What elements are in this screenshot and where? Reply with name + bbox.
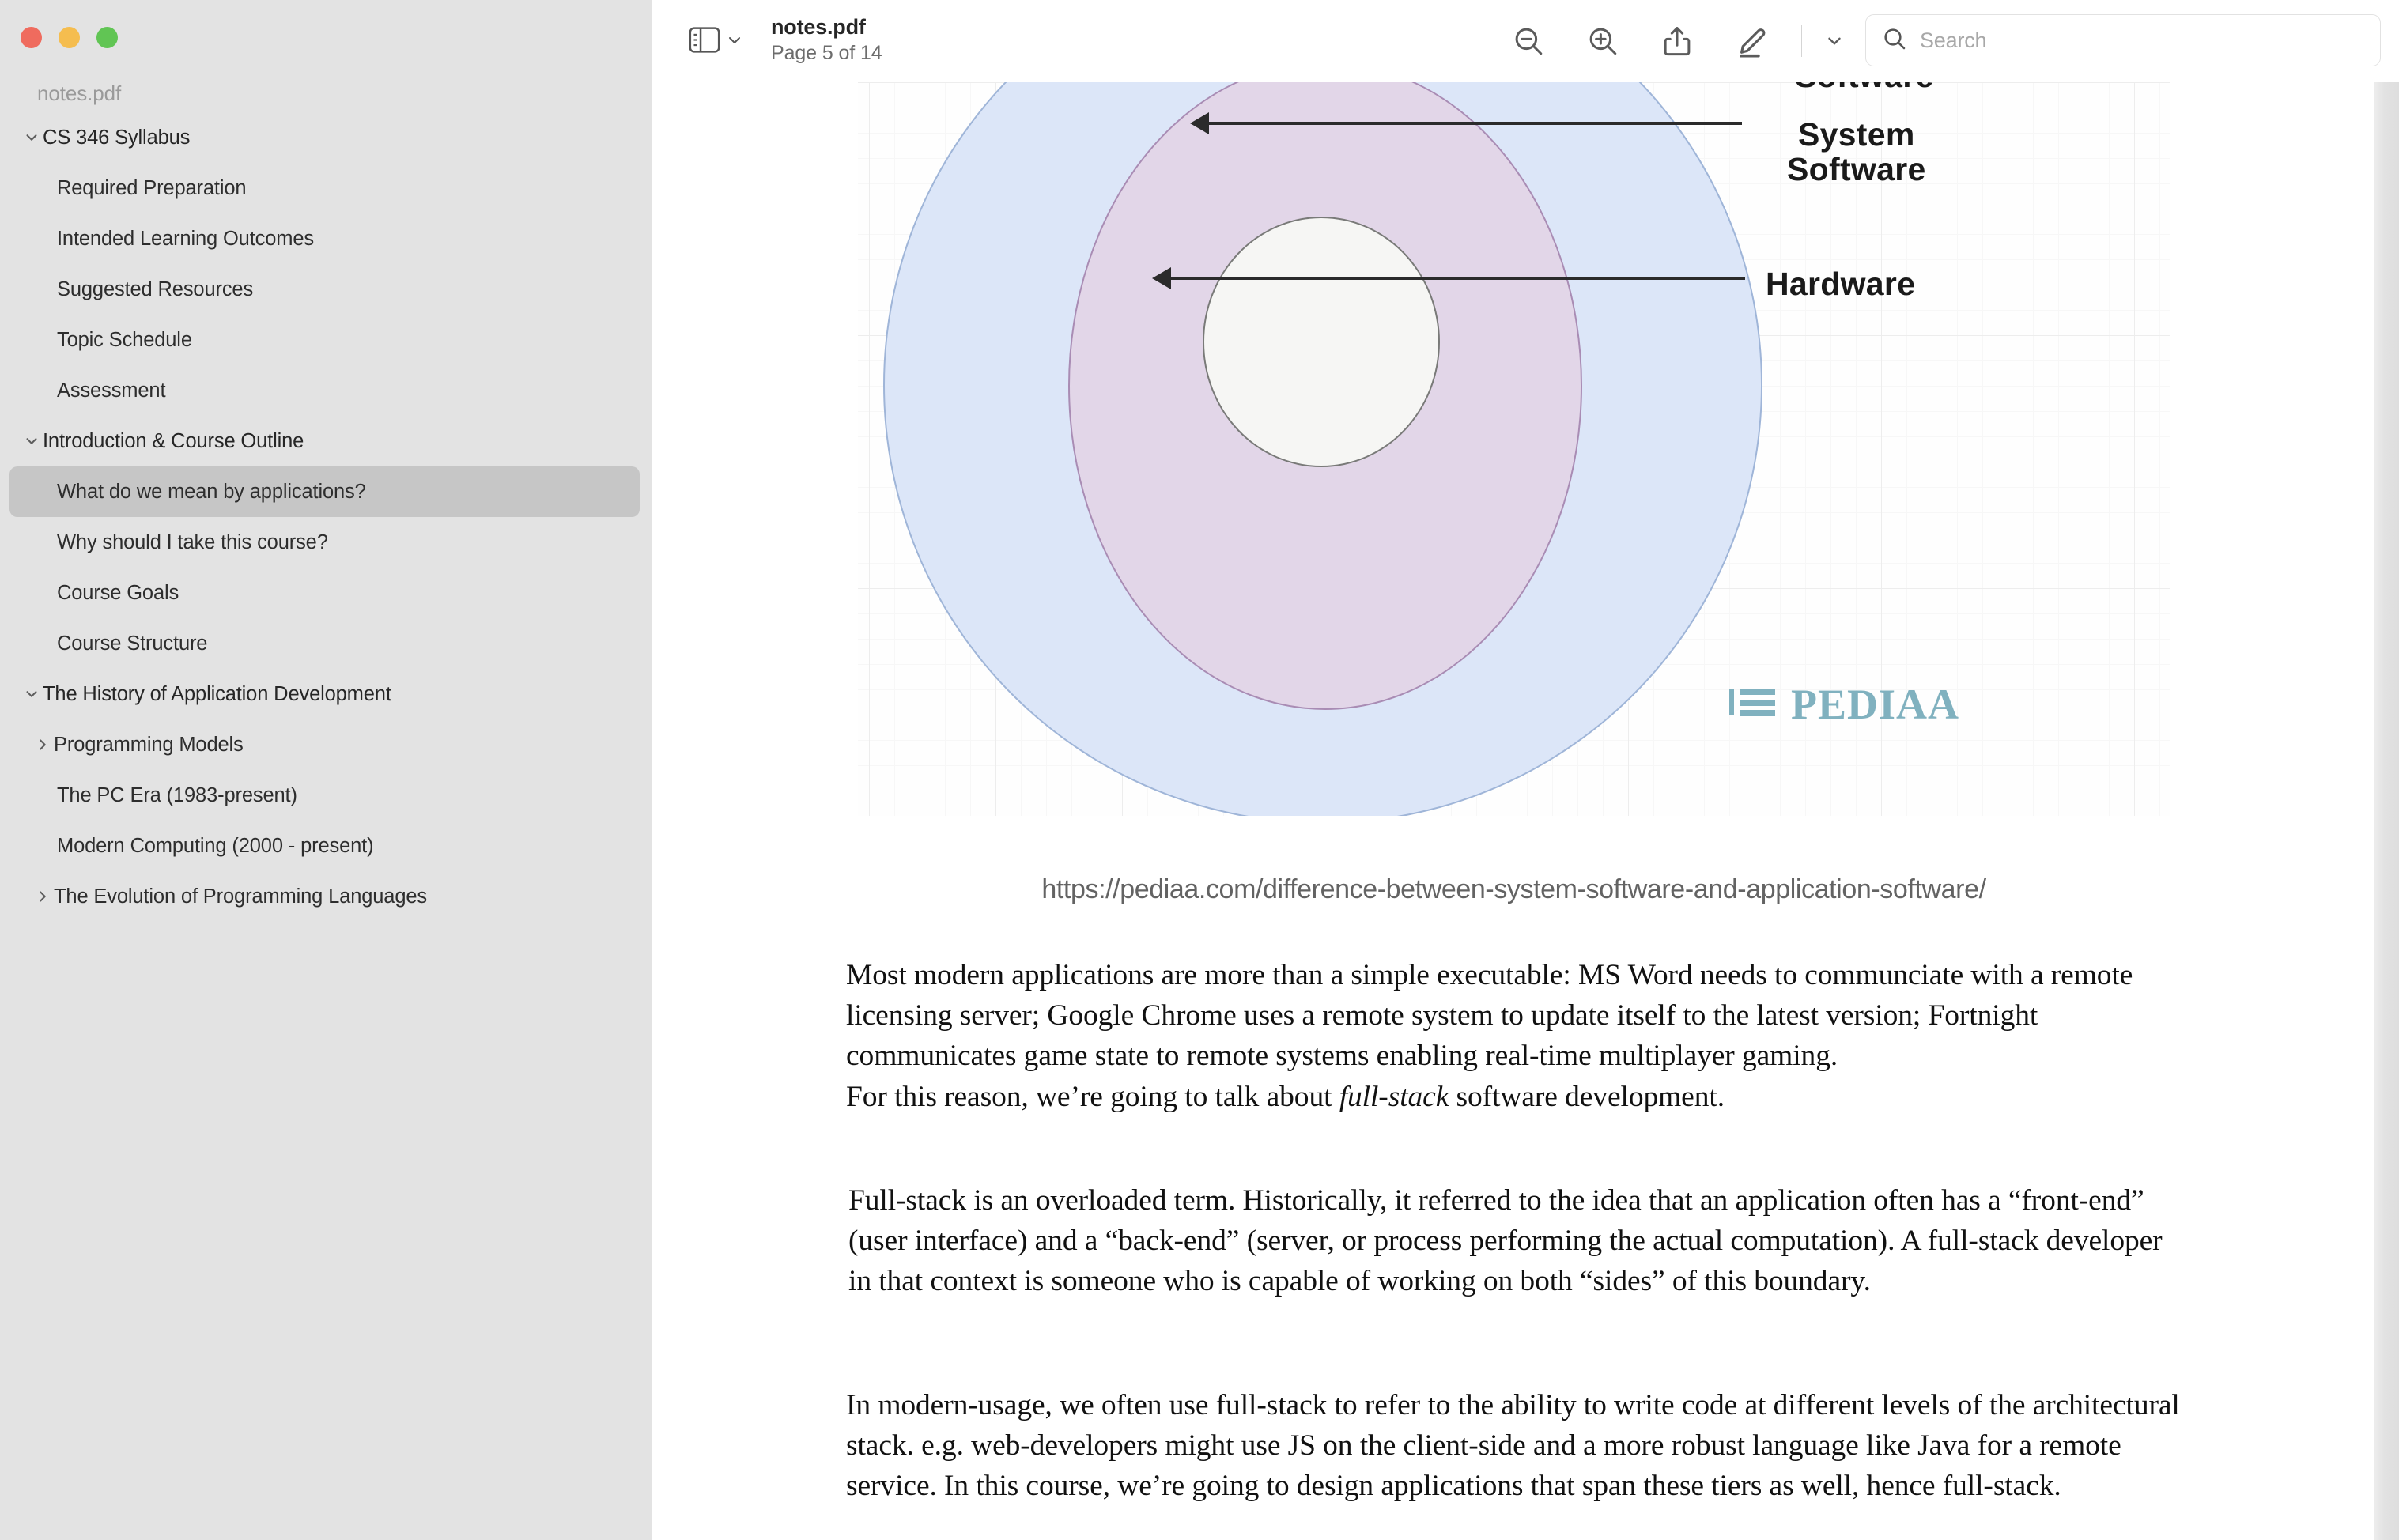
outline-item[interactable]: Required Preparation <box>9 163 640 213</box>
window-controls <box>21 27 118 48</box>
outline-item-label: The History of Application Development <box>43 682 391 705</box>
figure-system-software-diagram: Software System Software Hardware <box>858 82 2170 816</box>
outline-item[interactable]: CS 346 Syllabus <box>9 112 640 163</box>
sidebar-toggle-button[interactable] <box>686 24 747 56</box>
paragraph-3: Full-stack is an overloaded term. Histor… <box>848 1184 2163 1297</box>
outline-item[interactable]: Why should I take this course? <box>9 517 640 568</box>
main-area: notes.pdf Page 5 of 14 Search System Sof… <box>653 0 2399 1540</box>
outline-item-label: Modern Computing (2000 - present) <box>57 834 374 857</box>
outline-item[interactable]: The PC Era (1983-present) <box>9 770 640 821</box>
chevron-right-icon[interactable] <box>32 734 54 756</box>
page-gutter <box>2374 82 2399 1540</box>
outline-item[interactable]: Assessment <box>9 365 640 416</box>
outline-item-label: Required Preparation <box>57 176 247 199</box>
chevron-right-icon[interactable] <box>32 885 54 908</box>
figure-label-hardware: Hardware <box>1766 266 1916 302</box>
outline-item-label: Course Goals <box>57 581 179 604</box>
sidebar-file-name: notes.pdf <box>37 81 122 105</box>
outline-item[interactable]: Suggested Resources <box>9 264 640 315</box>
zoom-in-button[interactable] <box>1566 0 1640 81</box>
outline-item[interactable]: Modern Computing (2000 - present) <box>9 821 640 871</box>
outline-item-label: Programming Models <box>54 733 244 756</box>
paragraph-1: Most modern applications are more than a… <box>846 959 2133 1072</box>
outline-item[interactable]: The History of Application Development <box>9 669 640 719</box>
close-window-button[interactable] <box>21 27 42 48</box>
outline-item[interactable]: Topic Schedule <box>9 315 640 365</box>
outline-item-label: Suggested Resources <box>57 277 254 300</box>
outline-list: CS 346 Syllabus Required Preparation Inten… <box>0 112 652 922</box>
page-indicator: Page 5 of 14 <box>771 42 882 65</box>
paragraph-2-before: For this reason, we’re going to talk abo… <box>846 1081 1339 1113</box>
chevron-down-icon[interactable] <box>21 126 43 149</box>
outline-item-label: CS 346 Syllabus <box>43 126 191 149</box>
minimize-window-button[interactable] <box>59 27 80 48</box>
outline-item-label: Introduction & Course Outline <box>43 429 304 452</box>
toolbar-left-group: notes.pdf Page 5 of 14 <box>653 15 882 65</box>
outline-item[interactable]: Introduction & Course Outline <box>9 416 640 466</box>
sidebar-icon <box>689 27 720 54</box>
markup-options-button[interactable] <box>1810 0 1859 81</box>
figure-caption: https://pediaa.com/difference-between-sy… <box>1041 874 1986 904</box>
outline-item-label: Topic Schedule <box>57 328 192 351</box>
figure-label-system-line2: Software <box>1787 151 1926 188</box>
search-input[interactable]: Search <box>1865 14 2381 66</box>
paragraph-2: For this reason, we’re going to talk abo… <box>846 1077 2182 1117</box>
markup-button[interactable] <box>1714 0 1793 81</box>
outline-item-label: The PC Era (1983-present) <box>57 783 297 806</box>
search-icon <box>1882 26 1907 55</box>
toolbar-divider <box>1801 25 1802 57</box>
outline-item[interactable]: Course Goals <box>9 568 640 618</box>
paragraph-4: In modern-usage, we often use full-stack… <box>846 1389 2180 1502</box>
outline-item[interactable]: Intended Learning Outcomes <box>9 213 640 264</box>
search-placeholder: Search <box>1920 28 1987 52</box>
figure-label-software: Software <box>1795 82 1934 93</box>
arrow-to-hardware <box>1155 277 1745 280</box>
sidebar: notes.pdf CS 346 Syllabus Required Prepar… <box>0 0 652 1540</box>
share-button[interactable] <box>1640 0 1714 81</box>
outline-item[interactable]: What do we mean by applications? <box>9 466 640 517</box>
chevron-down-icon <box>725 31 744 50</box>
toolbar: notes.pdf Page 5 of 14 Search <box>653 0 2399 81</box>
pediaa-watermark: PEDIAA <box>1729 680 1959 729</box>
pediaa-wordmark: PEDIAA <box>1791 681 1960 728</box>
page-title: notes.pdf <box>771 15 866 40</box>
arrow-to-system-software <box>1193 122 1742 125</box>
outline-item-label: The Evolution of Programming Languages <box>54 885 428 908</box>
chevron-down-icon[interactable] <box>21 430 43 452</box>
figure-label-system-software: System Software <box>1787 117 1926 187</box>
pdf-page: Software System Software Hardware <box>653 82 2374 1540</box>
chevron-down-icon[interactable] <box>21 683 43 705</box>
inner-circle-hardware <box>1203 217 1440 467</box>
zoom-out-button[interactable] <box>1491 0 1566 81</box>
pdf-page-scroll-area[interactable]: Software System Software Hardware <box>653 82 2399 1540</box>
figure-label-system-line1: System <box>1797 116 1915 153</box>
paragraph-2-after: software development. <box>1449 1081 1725 1113</box>
outline-item[interactable]: The Evolution of Programming Languages <box>9 871 640 922</box>
outline-item-label: Intended Learning Outcomes <box>57 227 314 250</box>
outline-item-label: What do we mean by applications? <box>57 480 366 503</box>
pediaa-logo-icon <box>1729 684 1778 726</box>
outline-item-label: Why should I take this course? <box>57 530 328 553</box>
maximize-window-button[interactable] <box>96 27 118 48</box>
outline-item-label: Assessment <box>57 379 166 402</box>
outline-item[interactable]: Programming Models <box>9 719 640 770</box>
pdf-viewer-window: notes.pdf CS 346 Syllabus Required Prepar… <box>0 0 2399 1540</box>
outline-item-label: Course Structure <box>57 632 208 655</box>
document-title-block: notes.pdf Page 5 of 14 <box>771 15 882 65</box>
outline-item[interactable]: Course Structure <box>9 618 640 669</box>
paragraph-2-italic-term: full-stack <box>1339 1081 1449 1113</box>
